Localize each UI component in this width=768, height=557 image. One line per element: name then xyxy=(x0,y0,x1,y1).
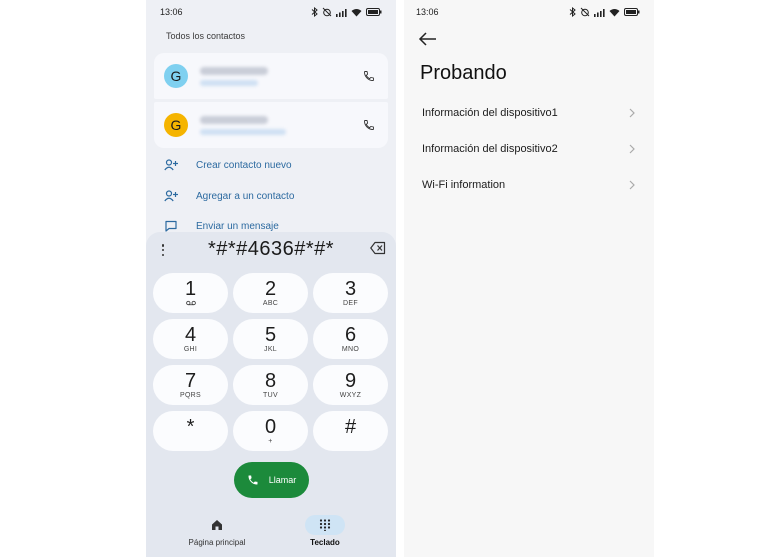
key-2[interactable]: 2 ABC xyxy=(233,273,308,313)
action-label: Enviar un mensaje xyxy=(196,220,279,232)
redacted-name xyxy=(200,66,268,75)
back-arrow-icon[interactable] xyxy=(418,30,438,48)
add-person-icon xyxy=(164,189,178,203)
signal-icon xyxy=(594,8,605,17)
testing-screen: 13:06 Probando Información del dispositi… xyxy=(404,0,654,557)
key-5[interactable]: 5 JKL xyxy=(233,319,308,359)
status-bar: 13:06 xyxy=(404,0,654,24)
menu-item-device-info-1[interactable]: Información del dispositivo1 xyxy=(404,98,654,128)
status-icons xyxy=(569,7,640,17)
chevron-right-icon xyxy=(629,144,635,154)
page-title: Probando xyxy=(420,62,507,84)
phone-icon xyxy=(248,475,258,485)
create-contact-action[interactable]: Crear contacto nuevo xyxy=(164,158,292,172)
menu-item-wifi-information[interactable]: Wi-Fi information xyxy=(404,170,654,200)
wifi-icon xyxy=(609,8,620,16)
chevron-right-icon xyxy=(629,108,635,118)
key-9[interactable]: 9 WXYZ xyxy=(313,365,388,405)
redacted-name xyxy=(200,115,268,124)
key-1[interactable]: 1 xyxy=(153,273,228,313)
key-6[interactable]: 6 MNO xyxy=(313,319,388,359)
key-3[interactable]: 3 DEF xyxy=(313,273,388,313)
dialpad-icon xyxy=(305,515,345,535)
key-hash[interactable]: # xyxy=(313,411,388,451)
menu-item-label: Información del dispositivo1 xyxy=(422,107,558,119)
redacted-number xyxy=(200,79,258,86)
call-label: Llamar xyxy=(268,475,297,485)
key-8[interactable]: 8 TUV xyxy=(233,365,308,405)
battery-icon xyxy=(624,8,640,16)
action-label: Agregar a un contacto xyxy=(196,190,295,202)
status-icons xyxy=(311,7,382,17)
key-7[interactable]: 7 PQRS xyxy=(153,365,228,405)
send-message-action[interactable]: Enviar un mensaje xyxy=(164,219,279,233)
dialpad-sheet: *#*#4636#*#* 1 2 ABC 3 DEF 4 GHI 5 JKL 6… xyxy=(146,232,396,557)
avatar: G xyxy=(164,64,188,88)
phone-icon[interactable] xyxy=(360,67,378,85)
signal-icon xyxy=(336,8,347,17)
chevron-right-icon xyxy=(629,180,635,190)
message-icon xyxy=(164,219,178,233)
backspace-icon[interactable] xyxy=(370,241,386,255)
menu-item-label: Información del dispositivo2 xyxy=(422,143,558,155)
bluetooth-icon xyxy=(569,7,576,17)
status-time: 13:06 xyxy=(416,7,439,17)
battery-icon xyxy=(366,8,382,16)
contact-item[interactable]: G xyxy=(154,53,388,99)
alarm-off-icon xyxy=(322,7,332,17)
contact-info-redacted xyxy=(200,66,360,86)
menu-item-device-info-2[interactable]: Información del dispositivo2 xyxy=(404,134,654,164)
menu-item-label: Wi-Fi information xyxy=(422,179,506,191)
nav-keypad[interactable]: Teclado xyxy=(270,515,380,547)
dial-input[interactable]: *#*#4636#*#* xyxy=(146,236,396,262)
key-star[interactable]: * xyxy=(153,411,228,451)
alarm-off-icon xyxy=(580,7,590,17)
status-time: 13:06 xyxy=(160,7,183,17)
wifi-icon xyxy=(351,8,362,16)
call-button[interactable]: Llamar xyxy=(234,462,309,498)
phone-icon[interactable] xyxy=(360,116,378,134)
action-label: Crear contacto nuevo xyxy=(196,159,292,171)
bluetooth-icon xyxy=(311,7,318,17)
home-icon xyxy=(197,515,237,535)
voicemail-icon xyxy=(185,300,196,308)
add-to-contact-action[interactable]: Agregar a un contacto xyxy=(164,189,294,203)
nav-home[interactable]: Página principal xyxy=(162,515,272,547)
key-0[interactable]: 0 + xyxy=(233,411,308,451)
add-person-icon xyxy=(164,158,178,172)
contact-info-redacted xyxy=(200,115,360,135)
key-4[interactable]: 4 GHI xyxy=(153,319,228,359)
contact-item[interactable]: G xyxy=(154,102,388,148)
avatar: G xyxy=(164,113,188,137)
section-title: Todos los contactos xyxy=(166,31,246,41)
status-bar: 13:06 xyxy=(146,0,396,24)
dialer-screen: 13:06 Todos los contactos G G Crear cont… xyxy=(146,0,396,557)
redacted-number xyxy=(200,128,286,135)
bottom-nav: Página principal Teclado xyxy=(146,513,396,557)
